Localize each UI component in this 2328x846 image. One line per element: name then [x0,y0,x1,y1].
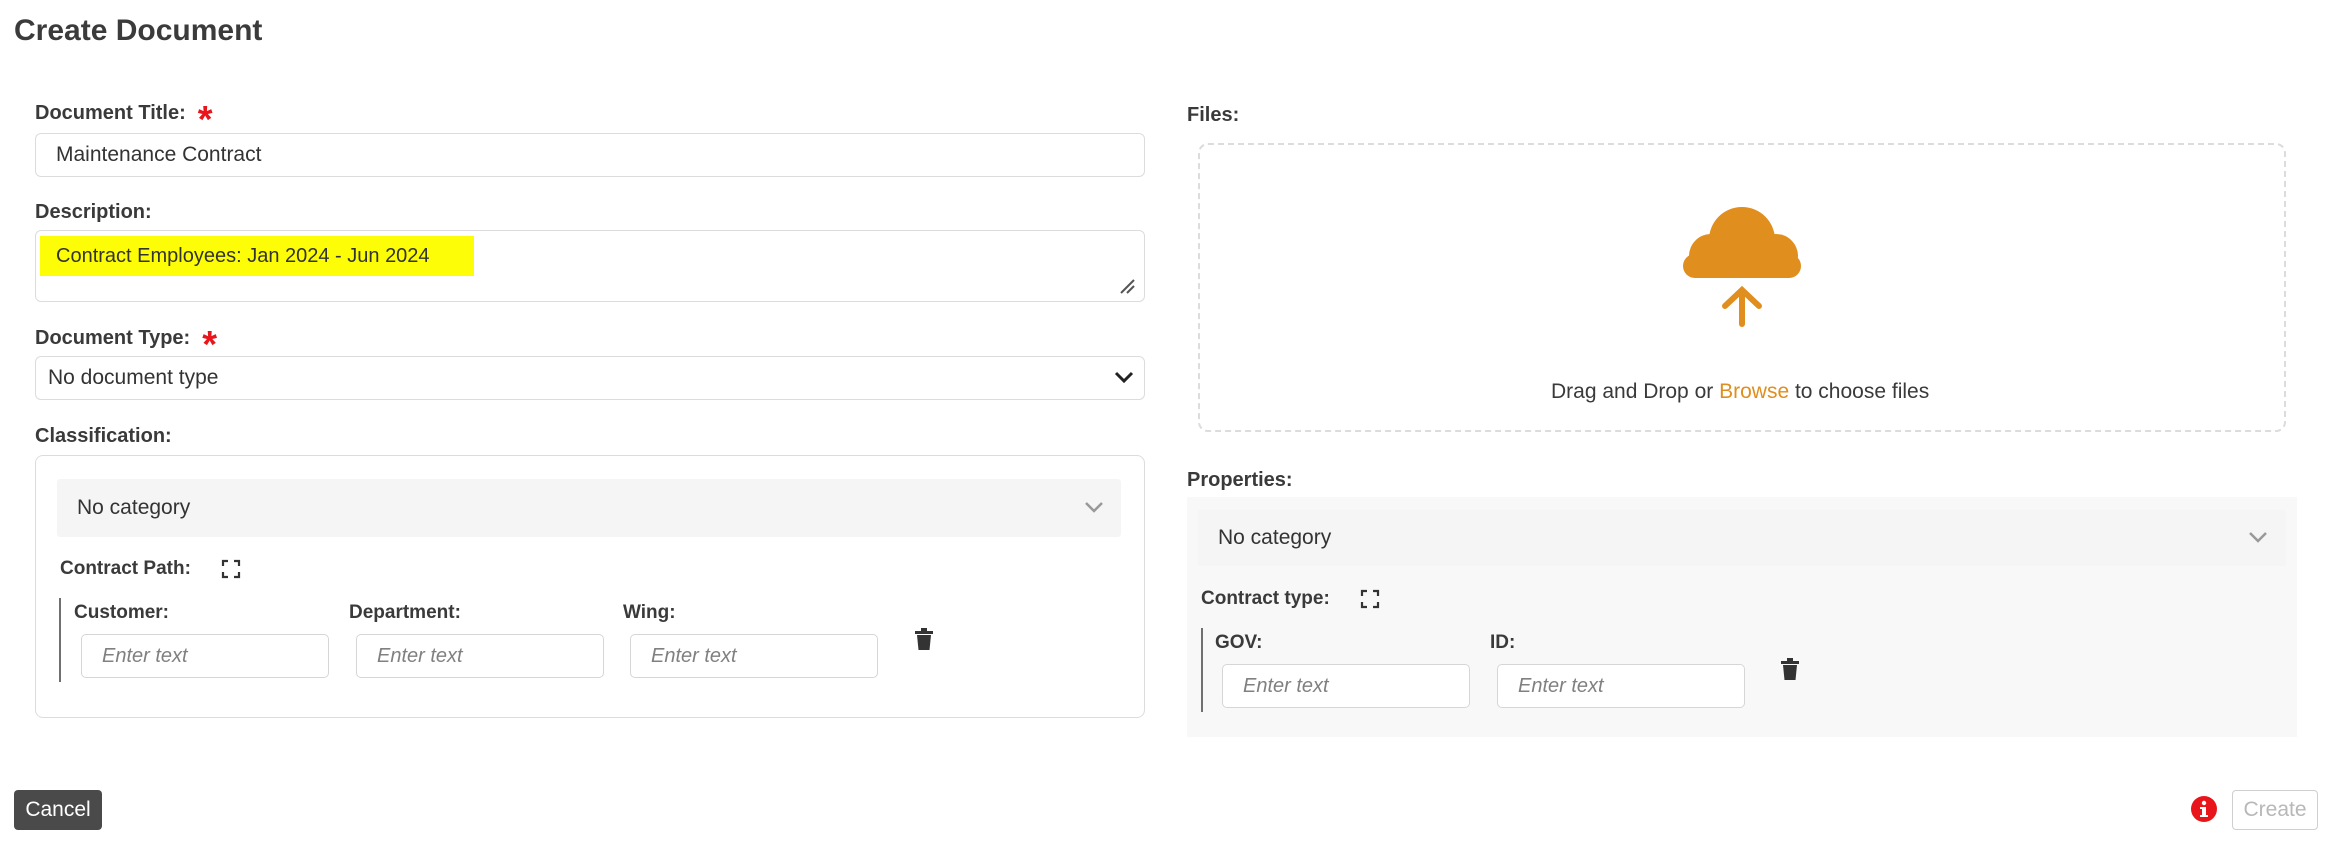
customer-input[interactable]: Enter text [81,634,329,678]
wing-input[interactable]: Enter text [630,634,878,678]
gov-label: GOV: [1215,632,1263,653]
classification-label: Classification: [35,425,172,447]
expand-icon[interactable] [221,559,241,579]
cancel-button[interactable]: Cancel [14,790,102,830]
browse-link[interactable]: Browse [1719,380,1789,403]
expand-icon[interactable] [1360,589,1380,609]
chevron-down-icon[interactable] [2248,531,2268,545]
classification-category-select[interactable]: No category [57,479,1121,537]
contract-type-label: Contract type: [1201,588,1330,609]
trash-icon[interactable] [1780,658,1800,680]
id-label: ID: [1490,632,1516,653]
contract-path-label: Contract Path: [60,558,191,579]
path-divider [59,598,61,682]
trash-icon[interactable] [914,628,934,650]
customer-label: Customer: [74,602,170,623]
document-title-label: Document Title: * [35,98,213,141]
id-input[interactable]: Enter text [1497,664,1745,708]
create-button[interactable]: Create [2232,790,2318,830]
wing-label: Wing: [623,602,676,623]
required-marker: * [197,98,213,141]
drop-instructions: Drag and Drop or Browse to choose files [1551,380,1930,403]
chevron-down-icon[interactable] [1114,371,1134,385]
document-type-select[interactable]: No document type [35,356,1145,400]
department-input[interactable]: Enter text [356,634,604,678]
type-divider [1201,628,1203,712]
chevron-down-icon[interactable] [1084,501,1104,515]
properties-category-select[interactable]: No category [1198,510,2286,566]
info-error-icon[interactable] [2190,795,2218,823]
document-title-input[interactable]: Maintenance Contract [35,133,1145,177]
page-title: Create Document [14,14,263,47]
document-type-label: Document Type: * [35,323,217,366]
description-label: Description: [35,201,152,223]
files-label: Files: [1187,104,1240,126]
properties-label: Properties: [1187,469,1293,491]
department-label: Department: [349,602,461,623]
required-marker: * [202,323,217,366]
resize-handle-icon[interactable] [1118,277,1136,295]
description-text: Contract Employees: Jan 2024 - Jun 2024 [40,236,474,276]
cloud-upload-icon [1683,207,1801,327]
gov-input[interactable]: Enter text [1222,664,1470,708]
